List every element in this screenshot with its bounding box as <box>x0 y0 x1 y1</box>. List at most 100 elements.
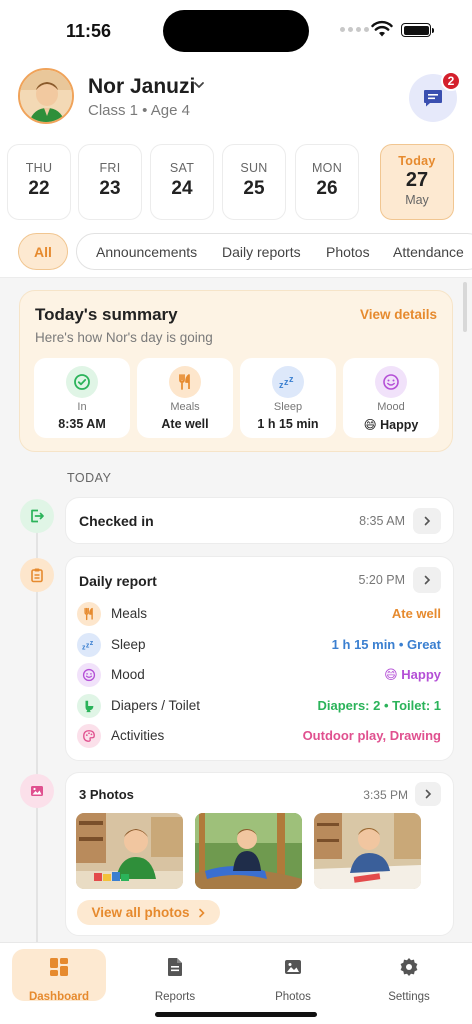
report-icon <box>168 958 182 976</box>
view-all-photos-label: View all photos <box>91 905 190 920</box>
photo-thumbnail-3[interactable] <box>314 813 421 889</box>
stat-label: Meals <box>170 401 200 413</box>
checked-in-time: 8:35 AM <box>359 514 405 528</box>
date-fri[interactable]: FRI 23 <box>78 144 142 220</box>
report-row-value: Diapers: 2 • Toilet: 1 <box>317 698 441 713</box>
date-dow: FRI <box>99 161 121 175</box>
image-icon <box>20 774 54 808</box>
photos-time: 3:35 PM <box>363 788 408 802</box>
wifi-icon <box>371 20 393 37</box>
date-today[interactable]: Today 27 May <box>380 144 454 220</box>
date-picker: THU 22 FRI 23 SAT 24 SUN 25 MON 26 Today… <box>0 140 472 226</box>
stat-label: Sleep <box>273 401 303 413</box>
view-all-photos-button[interactable]: View all photos <box>77 900 220 925</box>
photo-thumbnail-2[interactable] <box>195 813 302 889</box>
date-dow: Today <box>398 154 436 168</box>
stat-mood[interactable]: Mood 😄 Happy <box>343 358 439 438</box>
report-row-value: Ate well <box>391 606 441 621</box>
tab-announcements[interactable]: Announcements <box>96 244 197 260</box>
timeline-line <box>36 532 38 952</box>
date-dow: MON <box>311 161 343 175</box>
smile-icon <box>375 366 407 398</box>
photo-thumbnail-1[interactable] <box>76 813 183 889</box>
photos-card[interactable]: 3 Photos 3:35 PM View all photos <box>65 772 454 936</box>
report-row-value: 😄 Happy <box>384 667 441 682</box>
report-row-label: Activities <box>111 728 165 743</box>
nav-settings[interactable]: Settings <box>362 949 456 1003</box>
class-age-text: Class 1 • Age 4 <box>88 102 190 119</box>
battery-icon <box>401 23 434 37</box>
scrollbar[interactable] <box>463 282 467 332</box>
potty-icon <box>77 694 101 718</box>
date-num: 23 <box>99 178 121 199</box>
svg-text:z: z <box>289 374 294 384</box>
tab-all[interactable]: All <box>18 233 68 270</box>
date-num: 24 <box>171 178 193 199</box>
nav-label: Reports <box>154 991 196 1003</box>
checked-in-title: Checked in <box>79 513 154 529</box>
tab-daily-reports[interactable]: Daily reports <box>222 244 301 260</box>
report-row-meals: Meals Ate well <box>77 602 441 628</box>
date-mon[interactable]: MON 26 <box>295 144 359 220</box>
photo-icon <box>285 960 301 974</box>
chevron-right-icon <box>424 575 431 585</box>
stat-check-in[interactable]: In 8:35 AM <box>34 358 130 438</box>
date-num: 27 <box>405 169 429 191</box>
child-name[interactable]: Nor Januzi <box>88 75 195 99</box>
profile-header: Nor Januzi Class 1 • Age 4 2 <box>0 62 472 140</box>
nav-reports[interactable]: Reports <box>128 949 222 1003</box>
daily-report-card[interactable]: Daily report 5:20 PM Meals Ate well zzz … <box>65 556 454 761</box>
stat-value: 😄 Happy <box>363 418 419 432</box>
photos-arrow-button[interactable] <box>415 782 441 806</box>
messages-button[interactable]: 2 <box>409 71 461 122</box>
nav-label: Dashboard <box>28 991 90 1003</box>
date-sun[interactable]: SUN 25 <box>222 144 286 220</box>
zzz-icon: zzz <box>77 633 101 657</box>
summary-subtitle: Here's how Nor's day is going <box>35 330 213 345</box>
status-time: 11:56 <box>66 21 112 41</box>
report-row-label: Diapers / Toilet <box>111 698 201 713</box>
stat-label: Mood <box>377 401 405 413</box>
report-row-value: Outdoor play, Drawing <box>302 728 441 743</box>
checked-in-card[interactable]: Checked in 8:35 AM <box>65 497 454 544</box>
section-label-today: TODAY <box>67 471 112 485</box>
stat-meals[interactable]: Meals Ate well <box>137 358 233 438</box>
nav-dashboard[interactable]: Dashboard <box>12 949 106 1003</box>
date-num: 26 <box>316 178 338 199</box>
report-row-sleep: zzz Sleep 1 h 15 min • Great <box>77 633 441 659</box>
date-num: 25 <box>243 178 265 199</box>
svg-text:z: z <box>90 640 94 647</box>
chevron-right-icon <box>424 516 431 526</box>
daily-report-time: 5:20 PM <box>358 573 405 587</box>
view-details-link[interactable]: View details <box>360 307 437 322</box>
zzz-icon: zzz <box>272 366 304 398</box>
checked-in-arrow-button[interactable] <box>413 508 441 534</box>
tab-attendance[interactable]: Attendance <box>393 244 464 260</box>
fork-knife-icon <box>169 366 201 398</box>
avatar[interactable] <box>18 68 74 124</box>
chevron-right-icon <box>198 908 205 917</box>
daily-report-arrow-button[interactable] <box>413 567 441 593</box>
date-dow: SUN <box>240 161 268 175</box>
report-row-label: Mood <box>111 667 145 682</box>
gear-icon <box>400 958 418 976</box>
filter-tabs: All Announcements Daily reports Photos A… <box>0 226 472 278</box>
status-bar: 11:56 <box>0 0 472 62</box>
chevron-down-icon[interactable] <box>192 78 206 92</box>
tab-photos[interactable]: Photos <box>326 244 370 260</box>
report-row-label: Meals <box>111 606 148 621</box>
report-row-activities: Activities Outdoor play, Drawing <box>77 724 441 750</box>
smile-icon <box>77 663 101 687</box>
stat-label: In <box>77 401 87 413</box>
date-thu[interactable]: THU 22 <box>7 144 71 220</box>
daily-report-title: Daily report <box>79 573 157 589</box>
report-row-label: Sleep <box>111 637 146 652</box>
nav-photos[interactable]: Photos <box>246 949 340 1003</box>
clipboard-icon <box>20 558 54 592</box>
dynamic-island <box>163 10 309 52</box>
date-sat[interactable]: SAT 24 <box>150 144 214 220</box>
chat-icon <box>424 90 442 107</box>
unread-badge: 2 <box>441 71 461 91</box>
stat-sleep[interactable]: zzz Sleep 1 h 15 min <box>240 358 336 438</box>
palette-icon <box>77 724 101 748</box>
